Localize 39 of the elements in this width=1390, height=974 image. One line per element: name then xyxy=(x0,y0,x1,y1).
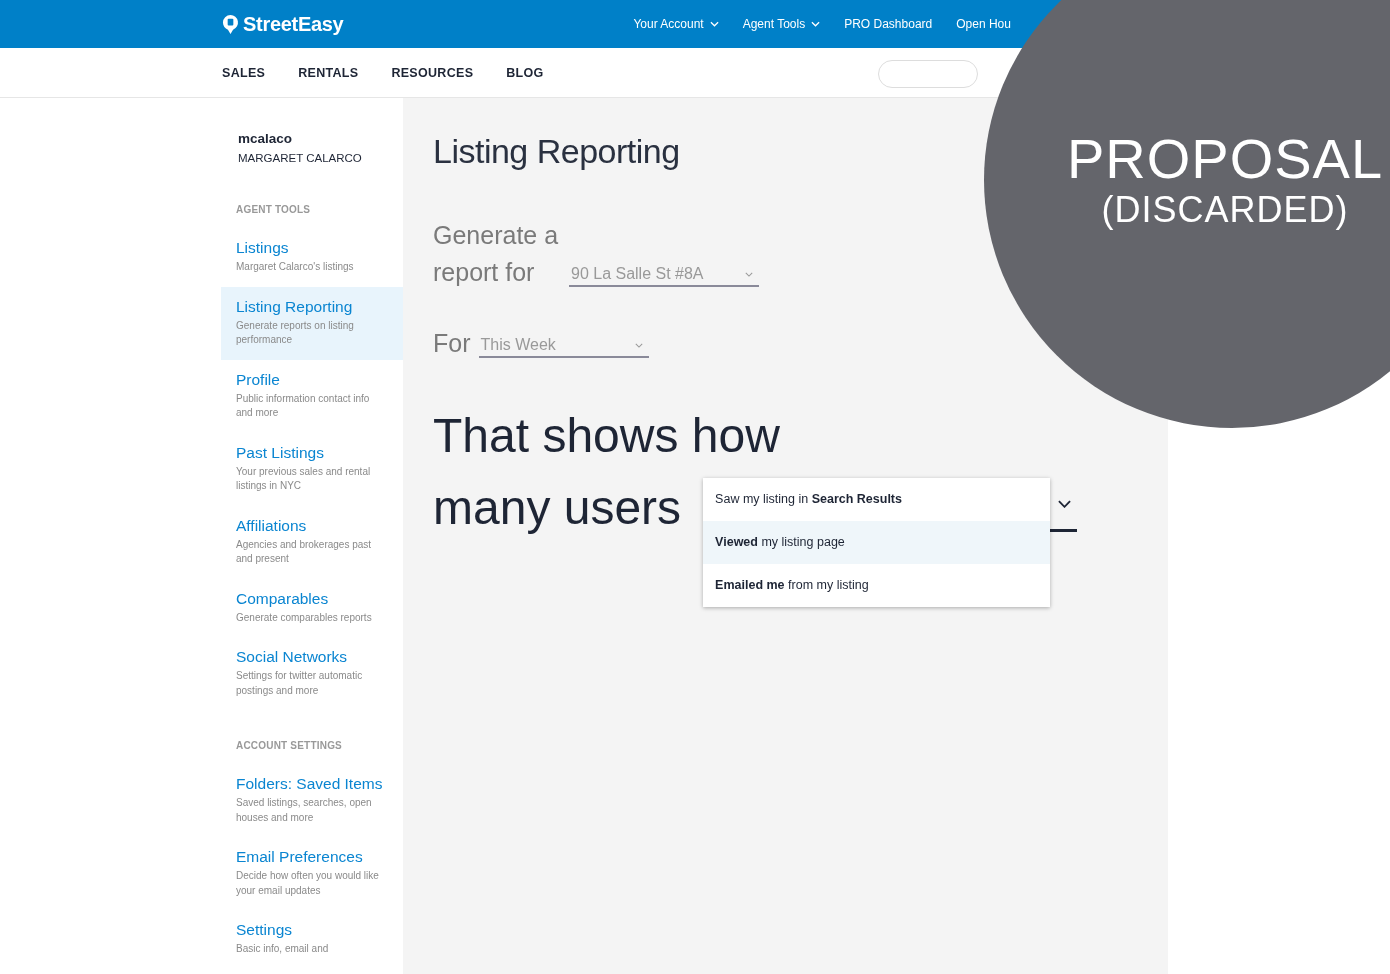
chevron-down-icon xyxy=(709,21,719,27)
chevron-down-icon xyxy=(634,342,643,348)
pin-icon xyxy=(222,13,239,35)
menu-option[interactable]: Viewed my listing page xyxy=(703,521,1051,564)
sidebar-item[interactable]: Folders: Saved Items Saved listings, searches, open houses and more xyxy=(221,764,403,837)
sidebar-item[interactable]: Email Preferences Decide how often you would like your email updates xyxy=(221,837,403,910)
period-select[interactable]: This Week xyxy=(478,336,649,358)
chevron-down-icon xyxy=(811,21,821,27)
menu-option[interactable]: Emailed me from my listing xyxy=(703,564,1051,607)
sidebar-item[interactable]: Comparables Generate comparables reports xyxy=(221,578,403,637)
nav-link[interactable]: RENTALS xyxy=(298,65,359,80)
nav-link[interactable]: RESOURCES xyxy=(391,65,474,80)
sidebar-item[interactable]: Settings Basic info, email and xyxy=(221,910,403,969)
listing-select[interactable]: 90 La Salle St #8A xyxy=(569,265,759,287)
nav-link[interactable]: BLOG xyxy=(506,65,544,80)
report-label: Generate a report for xyxy=(433,220,560,288)
sidebar-item[interactable]: Profile Public information contact info and more xyxy=(221,359,403,433)
menu-option[interactable]: Saw my listing in Search Results xyxy=(703,478,1051,521)
sidebar-item[interactable]: Listings Margaret Calarco's listings xyxy=(221,228,403,287)
sidebar-item[interactable]: Affiliations Agencies and brokerages past and present xyxy=(221,505,403,579)
nav-link[interactable]: PRO Dashboard xyxy=(844,17,933,31)
nav-link[interactable]: Your Account xyxy=(633,17,719,31)
chevron-down-icon xyxy=(745,271,753,277)
sentence-text: That shows how xyxy=(433,408,781,464)
full-name: MARGARET CALARCO xyxy=(238,151,363,166)
sidebar-item[interactable]: Listing Reporting Generate reports on listing performance xyxy=(221,286,403,360)
nav-link[interactable]: SALES xyxy=(222,65,266,80)
nav-link[interactable]: Open Hou xyxy=(956,17,1011,31)
sentence-text: many users xyxy=(433,480,682,536)
sidebar-item[interactable]: Social Networks Settings for twitter automatic postings and more xyxy=(221,637,403,710)
section-heading: AGENT TOOLS xyxy=(235,204,312,216)
logo-text[interactable]: StreetEasy xyxy=(243,12,344,36)
username: mcalaco xyxy=(238,130,294,148)
section-heading: ACCOUNT SETTINGS xyxy=(235,740,343,752)
period-label: For xyxy=(433,328,471,359)
sidebar-item[interactable]: Past Listings Your previous sales and rental listings in NYC xyxy=(221,432,403,506)
nav-link[interactable]: Agent Tools xyxy=(742,17,821,31)
search-field[interactable] xyxy=(878,60,978,88)
chevron-down-icon xyxy=(1058,499,1072,508)
